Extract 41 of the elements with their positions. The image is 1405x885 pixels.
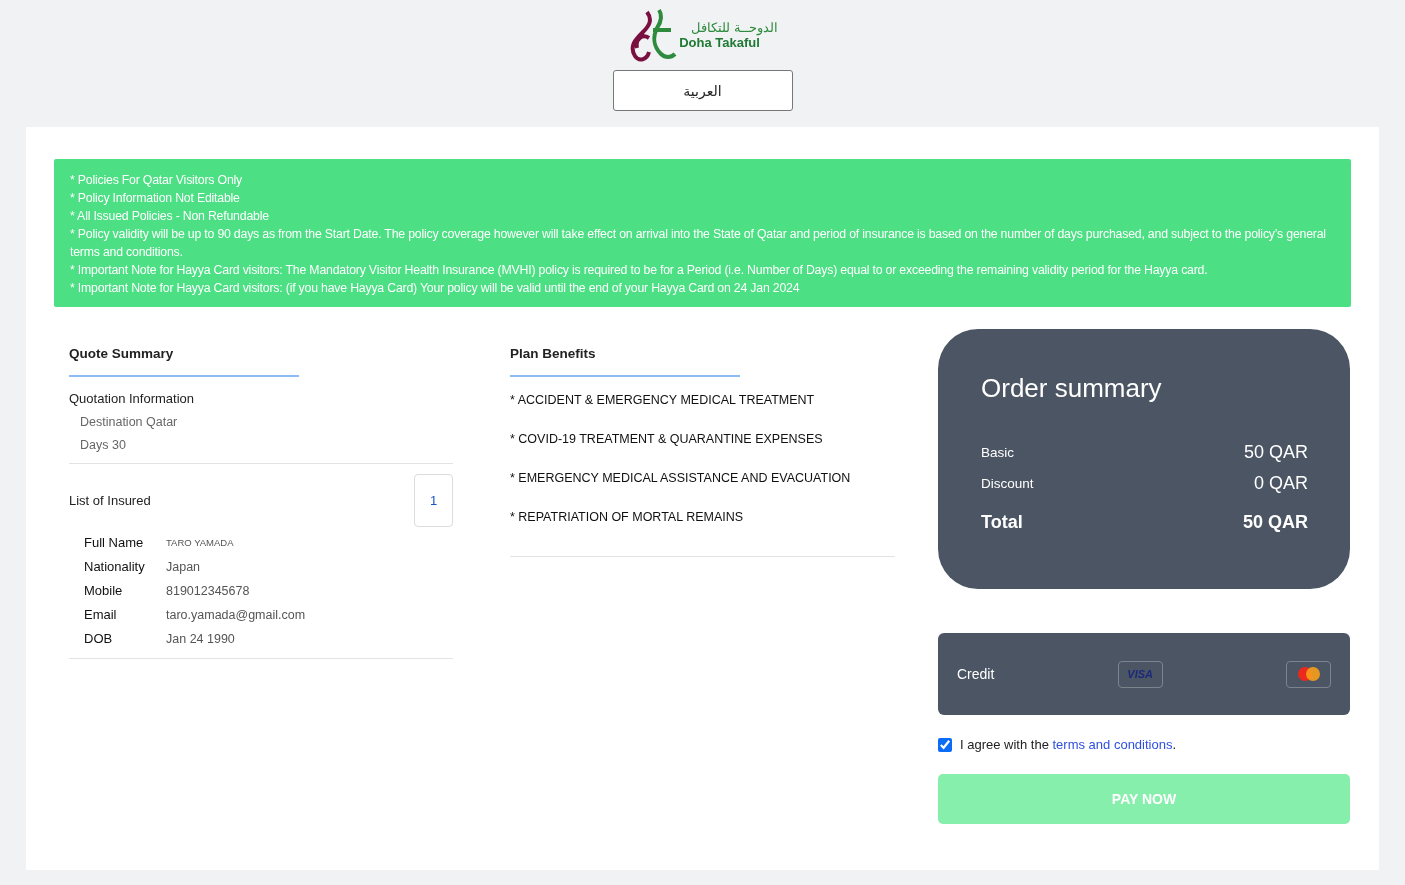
field-label: Nationality — [84, 559, 146, 574]
price-value: 50 QAR — [1242, 512, 1308, 533]
field-label: Full Name — [84, 535, 145, 550]
quote-summary-title: Quote Summary — [69, 345, 175, 361]
field-label: DOB — [84, 631, 114, 646]
field-value: 819012345678 — [166, 583, 251, 598]
field-value: Jan 24 1990 — [166, 631, 236, 646]
section-title: Quotation Information — [69, 391, 196, 406]
price-label: Total — [981, 512, 1023, 533]
benefit-text: * EMERGENCY MEDICAL ASSISTANCE AND EVACUATION — [510, 471, 852, 485]
logo-text: Doha Takaful — [679, 35, 760, 50]
price-value: 0 QAR — [1253, 473, 1308, 494]
notice-text: * Important Note for Hayya Card visitors: (if you have Hayya Card) Your policy will be valid until the end of your Hayya Card on 24 Jan 2024 — [70, 280, 801, 297]
benefit-text: * ACCIDENT & EMERGENCY MEDICAL TREATMENT — [510, 393, 816, 407]
field-value: taro.yamada@gmail.com — [166, 607, 307, 622]
insured-count-button[interactable]: 1 — [414, 474, 453, 527]
price-label: Discount — [981, 476, 1034, 491]
field-value: Japan — [166, 559, 202, 574]
price-label: Basic — [981, 445, 1014, 460]
plan-benefits-title: Plan Benefits — [510, 345, 597, 361]
notice-text: * Policies For Qatar Visitors Only — [70, 172, 243, 189]
quote-detail: Destination Qatar — [80, 415, 179, 429]
mastercard-icon — [1297, 667, 1320, 681]
quote-detail: Days 30 — [80, 438, 127, 452]
notice-text: * All Issued Policies - Non Refundable — [70, 208, 270, 225]
agree-checkbox[interactable] — [938, 737, 952, 752]
notice-text: * Policy Information Not Editable — [70, 190, 241, 207]
field-value: TARO YAMADA — [166, 537, 235, 548]
insured-title: List of Insured — [69, 493, 151, 508]
agree-text: I agree with the terms and conditions. — [960, 737, 1177, 752]
benefit-text: * COVID-19 TREATMENT & QUARANTINE EXPENSES — [510, 432, 824, 446]
price-value: 50 QAR — [1243, 442, 1308, 463]
language-button[interactable]: العربية — [612, 70, 793, 111]
notice-text: * Important Note for Hayya Card visitors: The Mandatory Visitor Health Insurance (MVHI) policy is required to be for a Period (i.e. Number of Days) equal to or exceeding the remaining validity period for the Hayya card. — [70, 262, 1209, 279]
field-label: Email — [84, 607, 118, 622]
benefit-text: * REPATRIATION OF MORTAL REMAINS — [510, 510, 745, 524]
order-summary-title: Order summary — [981, 373, 1163, 404]
logo-arabic-text: الدوحــة للتكافل — [691, 20, 778, 35]
field-label: Mobile — [84, 583, 124, 598]
notice-text: * Policy validity will be up to 90 days as from the Start Date. The policy coverage however will take effect on arrival into the State of Qatar and period of insurance is based on the number of days purchased, and subject to the policy’s general terms and conditions. — [70, 226, 1327, 261]
payment-label: Credit — [957, 666, 995, 682]
